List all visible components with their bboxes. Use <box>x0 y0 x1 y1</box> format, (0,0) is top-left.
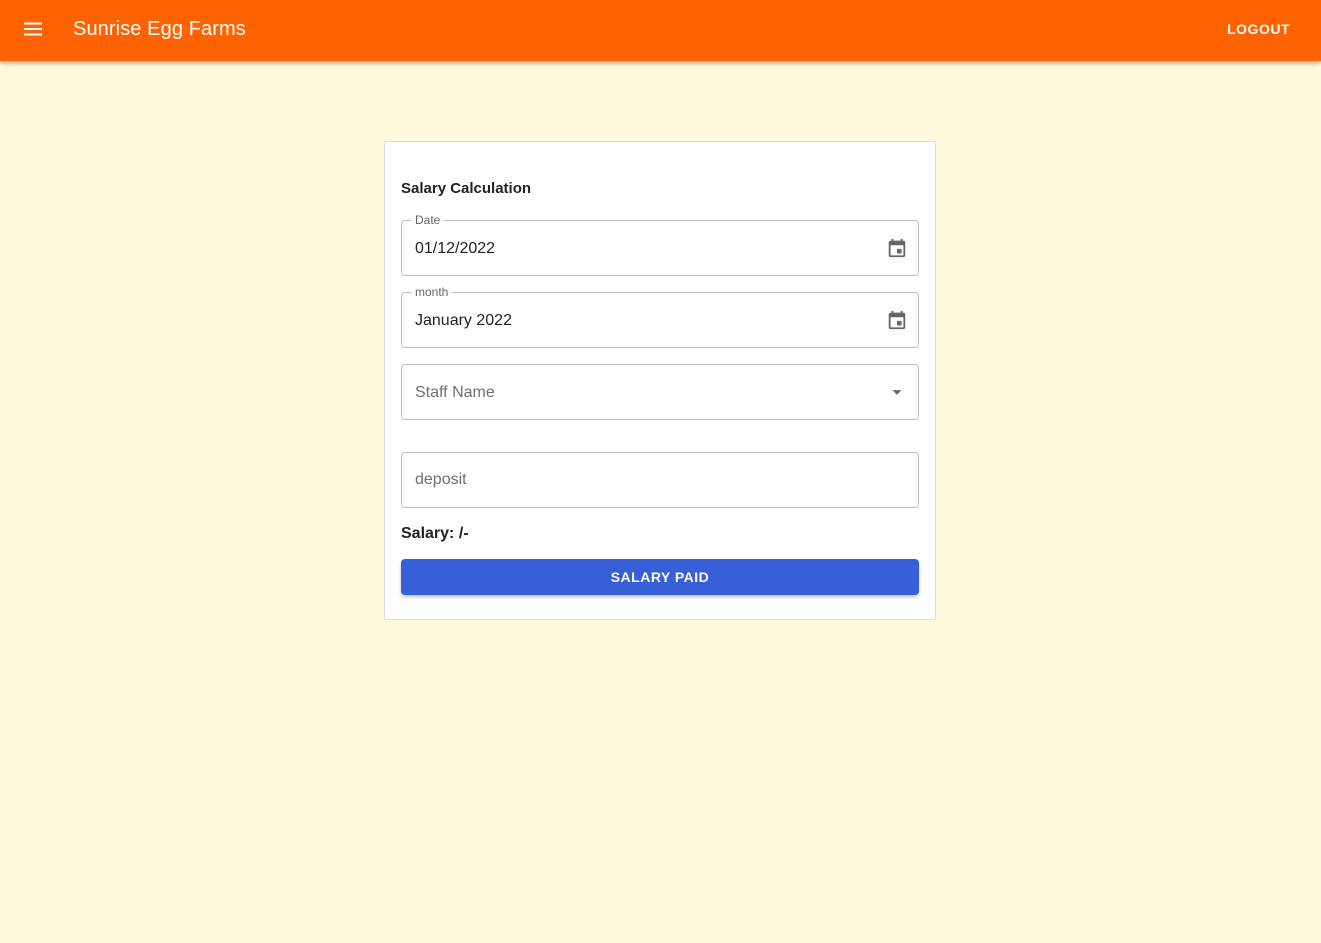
hamburger-menu-icon[interactable] <box>14 10 52 48</box>
calendar-icon[interactable] <box>886 309 908 331</box>
salary-paid-button[interactable]: SALARY PAID <box>401 559 919 595</box>
staff-name-select[interactable]: Staff Name <box>401 364 919 420</box>
logout-button[interactable]: LOGOUT <box>1216 14 1301 44</box>
dropdown-arrow-icon[interactable] <box>886 381 908 403</box>
form-title: Salary Calculation <box>401 180 532 197</box>
salary-calculation-card: Salary Calculation Date 01/12/2022 month… <box>384 141 936 620</box>
app-bar: Sunrise Egg Farms LOGOUT <box>0 0 1321 61</box>
deposit-field[interactable] <box>401 452 919 508</box>
salary-result: Salary: /- <box>401 525 469 542</box>
date-field-value: 01/12/2022 <box>415 240 496 257</box>
date-field[interactable]: Date 01/12/2022 <box>401 213 919 276</box>
month-field-label: month <box>411 285 453 299</box>
date-field-label: Date <box>411 213 445 227</box>
staff-name-placeholder: Staff Name <box>415 384 495 401</box>
app-title: Sunrise Egg Farms <box>73 18 246 40</box>
month-field-value: January 2022 <box>415 312 512 329</box>
deposit-input[interactable] <box>402 453 918 507</box>
month-field[interactable]: month January 2022 <box>401 285 919 348</box>
calendar-icon[interactable] <box>886 237 908 259</box>
